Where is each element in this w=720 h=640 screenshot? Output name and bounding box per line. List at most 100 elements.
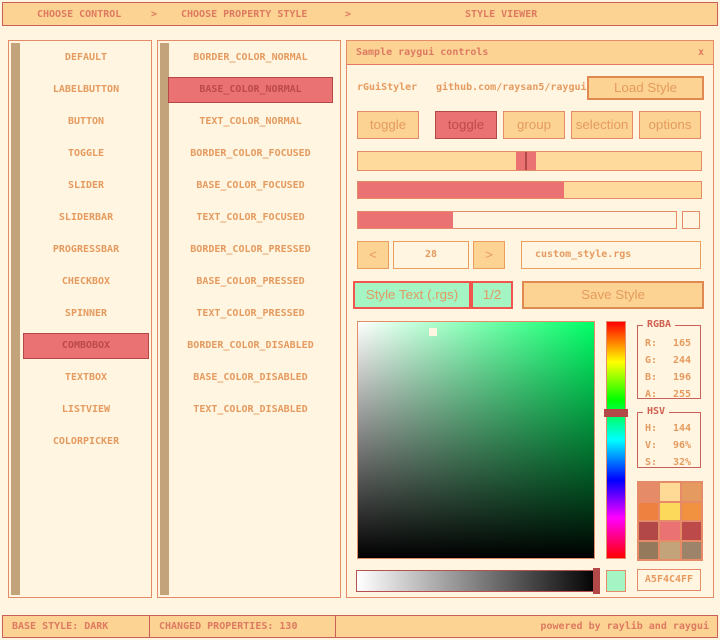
selected-color-swatch <box>606 570 626 592</box>
list-item-combobox[interactable]: COMBOBOX <box>23 333 149 359</box>
list-item-colorpicker[interactable]: COLORPICKER <box>23 429 149 455</box>
list-item-base-color-disabled[interactable]: BASE_COLOR_DISABLED <box>168 365 333 391</box>
list-item-border-color-disabled[interactable]: BORDER_COLOR_DISABLED <box>168 333 333 359</box>
save-style-button[interactable]: Save Style <box>522 281 704 309</box>
list-item-textbox[interactable]: TEXTBOX <box>23 365 149 391</box>
close-icon[interactable]: x <box>698 47 704 58</box>
breadcrumb-choose-property-style: CHOOSE PROPERTY STYLE <box>181 9 307 20</box>
list-item-slider[interactable]: SLIDER <box>23 173 149 199</box>
slider-handle[interactable] <box>516 152 536 170</box>
list-item-labelbutton[interactable]: LABELBUTTON <box>23 77 149 103</box>
rgba-title: RGBA <box>643 319 675 330</box>
green-label: G: <box>645 352 657 369</box>
alpha-label: A: <box>645 386 657 403</box>
palette-swatch <box>639 522 658 540</box>
controls-list: DEFAULT LABELBUTTON BUTTON TOGGLE SLIDER… <box>8 40 152 598</box>
breadcrumb-choose-control: CHOOSE CONTROL <box>37 9 121 20</box>
saturation-value: 32% <box>673 454 691 471</box>
blue-value: 196 <box>673 369 691 386</box>
hue-label: H: <box>645 420 657 437</box>
list-item-border-color-focused[interactable]: BORDER_COLOR_FOCUSED <box>168 141 333 167</box>
list-item-progressbar[interactable]: PROGRESSBAR <box>23 237 149 263</box>
alpha-slider-handle[interactable] <box>593 568 600 594</box>
sample-slider[interactable] <box>357 151 702 171</box>
style-viewer-window: Sample raygui controls x rGuiStyler gith… <box>346 40 714 598</box>
app-name-label: rGuiStyler <box>357 76 417 100</box>
list-item-text-color-disabled[interactable]: TEXT_COLOR_DISABLED <box>168 397 333 423</box>
controls-list-scrollbar[interactable] <box>11 43 20 595</box>
breadcrumb-separator-icon: > <box>345 9 351 20</box>
breadcrumb: CHOOSE CONTROL > CHOOSE PROPERTY STYLE >… <box>2 2 718 26</box>
palette-swatch <box>660 542 679 560</box>
progressbar-fill <box>358 212 453 228</box>
filename-input[interactable]: custom_style.rgs <box>521 241 701 269</box>
window-titlebar[interactable]: Sample raygui controls x <box>347 41 713 65</box>
value-label: V: <box>645 437 657 454</box>
hex-color-input[interactable]: A5F4C4FF <box>637 569 701 591</box>
color-picker-cursor[interactable] <box>429 328 437 336</box>
status-base-style: BASE STYLE: DARK <box>2 615 150 638</box>
load-style-button[interactable]: Load Style <box>587 76 704 100</box>
alpha-value: 255 <box>673 386 691 403</box>
list-item-default[interactable]: DEFAULT <box>23 45 149 71</box>
list-item-border-color-normal[interactable]: BORDER_COLOR_NORMAL <box>168 45 333 71</box>
saturation-label: S: <box>645 454 657 471</box>
list-item-sliderbar[interactable]: SLIDERBAR <box>23 205 149 231</box>
palette-swatch <box>639 483 658 501</box>
hsv-groupbox: HSV H:144 V:96% S:32% <box>637 412 701 468</box>
hue-slider-handle[interactable] <box>604 409 628 417</box>
list-item-spinner[interactable]: SPINNER <box>23 301 149 327</box>
color-picker-area[interactable] <box>357 321 595 559</box>
list-item-checkbox[interactable]: CHECKBOX <box>23 269 149 295</box>
sliderbar-fill <box>358 182 564 198</box>
list-item-base-color-pressed[interactable]: BASE_COLOR_PRESSED <box>168 269 333 295</box>
page-toggle-button[interactable]: 1/2 <box>471 281 513 309</box>
spinner-increment-icon[interactable]: > <box>473 241 505 269</box>
palette-swatch <box>682 503 701 521</box>
style-palette <box>637 481 703 561</box>
list-item-text-color-pressed[interactable]: TEXT_COLOR_PRESSED <box>168 301 333 327</box>
toggle-group-button[interactable]: group <box>503 111 565 139</box>
hue-value: 144 <box>673 420 691 437</box>
properties-list: BORDER_COLOR_NORMAL BASE_COLOR_NORMAL TE… <box>157 40 341 598</box>
spinner-value[interactable]: 28 <box>393 241 469 269</box>
list-item-button[interactable]: BUTTON <box>23 109 149 135</box>
checkbox[interactable] <box>682 211 700 229</box>
rgba-groupbox: RGBA R:165 G:244 B:196 A:255 <box>637 325 701 399</box>
palette-swatch <box>660 503 679 521</box>
repo-link[interactable]: github.com/raysan5/raygui <box>436 76 587 100</box>
list-item-toggle[interactable]: TOGGLE <box>23 141 149 167</box>
palette-swatch <box>639 542 658 560</box>
list-item-listview[interactable]: LISTVIEW <box>23 397 149 423</box>
sample-progressbar <box>357 211 677 229</box>
red-value: 165 <box>673 335 691 352</box>
toggle-options-button[interactable]: options <box>639 111 701 139</box>
status-powered-by: powered by raylib and raygui <box>335 615 718 638</box>
breadcrumb-separator-icon: > <box>151 9 157 20</box>
green-value: 244 <box>673 352 691 369</box>
breadcrumb-style-viewer: STYLE VIEWER <box>465 9 537 20</box>
palette-swatch <box>682 542 701 560</box>
toggle-button[interactable]: toggle <box>357 111 419 139</box>
list-item-text-color-normal[interactable]: TEXT_COLOR_NORMAL <box>168 109 333 135</box>
palette-swatch <box>682 483 701 501</box>
red-label: R: <box>645 335 657 352</box>
hue-slider[interactable] <box>606 321 626 559</box>
list-item-base-color-normal[interactable]: BASE_COLOR_NORMAL <box>168 77 333 103</box>
blue-label: B: <box>645 369 657 386</box>
style-text-button[interactable]: Style Text (.rgs) <box>353 281 471 309</box>
palette-swatch <box>639 503 658 521</box>
alpha-slider[interactable] <box>356 570 599 592</box>
spinner-decrement-icon[interactable]: < <box>357 241 389 269</box>
window-title: Sample raygui controls <box>356 47 488 58</box>
toggle-button-pressed[interactable]: toggle <box>435 111 497 139</box>
hsv-title: HSV <box>643 406 669 417</box>
palette-swatch <box>660 522 679 540</box>
palette-swatch <box>682 522 701 540</box>
palette-swatch <box>660 483 679 501</box>
sample-sliderbar[interactable] <box>357 181 702 199</box>
list-item-base-color-focused[interactable]: BASE_COLOR_FOCUSED <box>168 173 333 199</box>
toggle-selection-button[interactable]: selection <box>571 111 633 139</box>
list-item-border-color-pressed[interactable]: BORDER_COLOR_PRESSED <box>168 237 333 263</box>
list-item-text-color-focused[interactable]: TEXT_COLOR_FOCUSED <box>168 205 333 231</box>
